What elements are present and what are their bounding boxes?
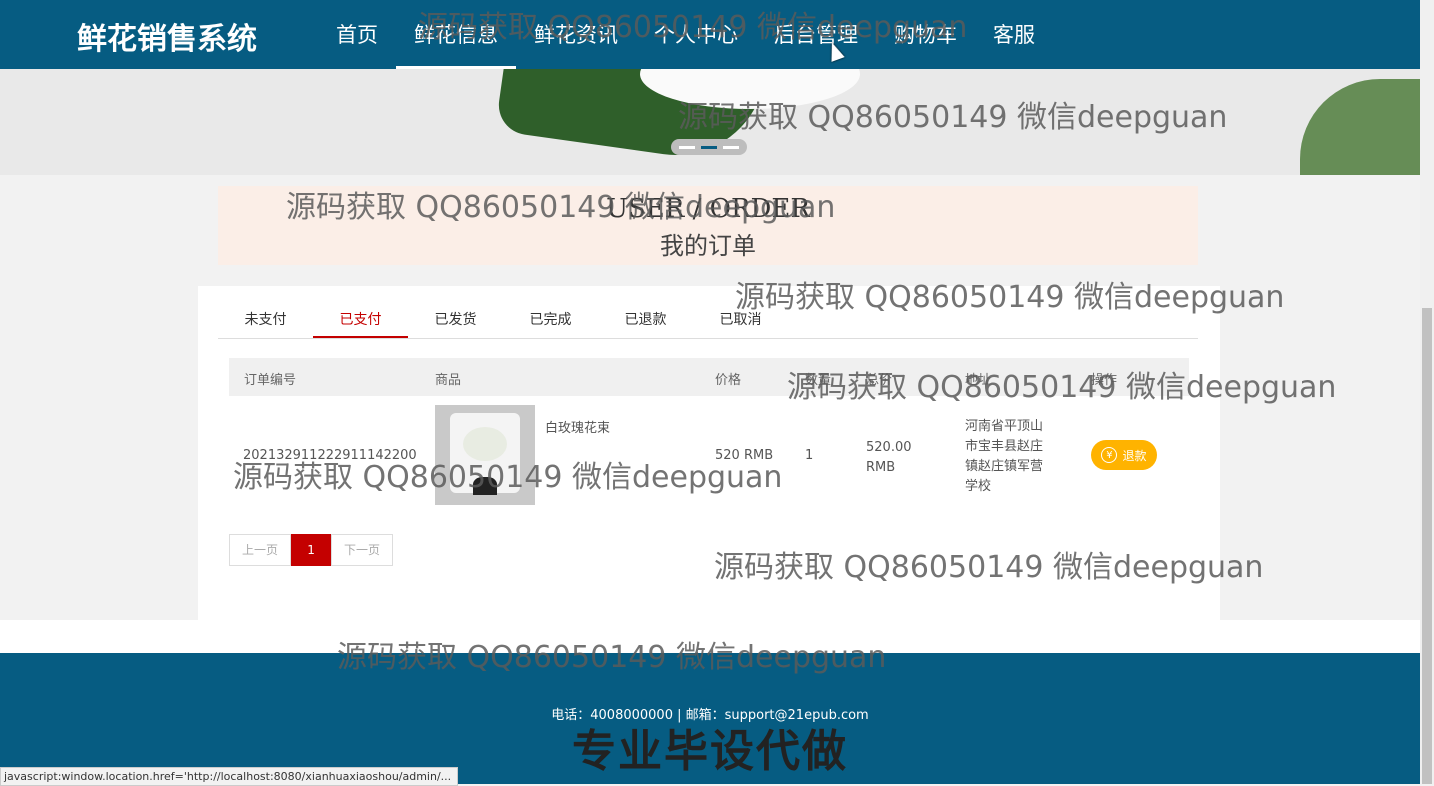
prev-page-button[interactable]: 上一页 — [229, 534, 292, 566]
tab-completed[interactable]: 已完成 — [503, 286, 598, 338]
nav-flower-news[interactable]: 鲜花资讯 — [516, 0, 636, 69]
section-title: USER / ORDER 我的订单 — [218, 186, 1198, 265]
order-table: 订单编号 商品 价格 数量 总价 地址 操作 20213291122291114… — [229, 358, 1189, 506]
col-address: 地址 — [965, 373, 992, 388]
nav-cart[interactable]: 购物车 — [876, 0, 975, 69]
site-footer: 电话：4008000000 | 邮箱：support@21epub.com 专业… — [0, 653, 1420, 784]
order-status-tabs: 未支付 已支付 已发货 已完成 已退款 已取消 — [218, 286, 1198, 339]
col-total: 总价 — [866, 373, 893, 388]
order-number: 2021329112229111422​00 — [243, 448, 417, 463]
order-panel: 未支付 已支付 已发货 已完成 已退款 已取消 订单编号 商品 价格 数量 总价… — [198, 286, 1220, 620]
brand-logo[interactable]: 鲜花销售系统 — [77, 14, 257, 58]
status-bar-url: javascript:window.location.href='http://… — [0, 767, 459, 786]
title-chinese: 我的订单 — [660, 232, 756, 260]
order-total: 520.00 RMB — [866, 440, 912, 475]
nav-admin[interactable]: 后台管理 — [756, 0, 876, 69]
tab-refunded[interactable]: 已退款 — [598, 286, 693, 338]
col-qty: 数量 — [805, 373, 832, 388]
top-navbar: 鲜花销售系统 首页 鲜花信息 鲜花资讯 个人中心 后台管理 购物车 客服 — [0, 0, 1420, 69]
footer-divider — [0, 620, 1420, 653]
product-image[interactable] — [435, 405, 535, 505]
page-number-current[interactable]: 1 — [291, 534, 332, 566]
col-action: 操作 — [1091, 373, 1118, 388]
product-qty: 1 — [805, 448, 814, 463]
banner-leaf-right — [1300, 79, 1420, 175]
tab-shipped[interactable]: 已发货 — [408, 286, 503, 338]
delivery-address: 河南省平顶山市宝丰县赵庄镇赵庄镇军营学校 — [965, 419, 1044, 494]
col-product: 商品 — [435, 373, 462, 388]
col-price: 价格 — [715, 373, 742, 388]
carousel-dot[interactable] — [679, 145, 695, 149]
next-page-button[interactable]: 下一页 — [331, 534, 394, 566]
nav-flower-info[interactable]: 鲜花信息 — [396, 0, 516, 69]
main-nav: 首页 鲜花信息 鲜花资讯 个人中心 后台管理 购物车 客服 — [318, 0, 1053, 69]
scrollbar-thumb[interactable] — [1422, 308, 1432, 784]
nav-service[interactable]: 客服 — [975, 0, 1053, 69]
tab-cancelled[interactable]: 已取消 — [693, 286, 788, 338]
col-order-no: 订单编号 — [244, 373, 297, 388]
tab-unpaid[interactable]: 未支付 — [218, 286, 313, 338]
page-scrollbar[interactable] — [1420, 0, 1434, 784]
carousel-dot-active[interactable] — [701, 145, 717, 149]
bouquet-bloom — [463, 427, 507, 461]
yen-icon: ¥ — [1101, 447, 1118, 463]
product-name[interactable]: 白玫瑰花束 — [545, 417, 610, 436]
hero-banner — [0, 69, 1420, 175]
carousel-indicators — [671, 139, 747, 155]
table-header: 订单编号 商品 价格 数量 总价 地址 操作 — [229, 358, 1189, 396]
title-english: USER / ORDER — [606, 194, 810, 224]
table-row: 2021329112229111422​00 白玫瑰花束 520 RMB 1 5… — [229, 396, 1189, 506]
nav-home[interactable]: 首页 — [318, 0, 396, 69]
carousel-dot[interactable] — [723, 145, 739, 149]
bouquet-ribbon — [473, 477, 497, 495]
refund-label: 退款 — [1122, 448, 1147, 463]
tab-paid[interactable]: 已支付 — [313, 286, 408, 338]
nav-user-center[interactable]: 个人中心 — [636, 0, 756, 69]
refund-button[interactable]: ¥ 退款 — [1091, 440, 1157, 470]
pagination: 上一页 1 下一页 — [229, 534, 394, 566]
product-price: 520 RMB — [715, 448, 774, 463]
